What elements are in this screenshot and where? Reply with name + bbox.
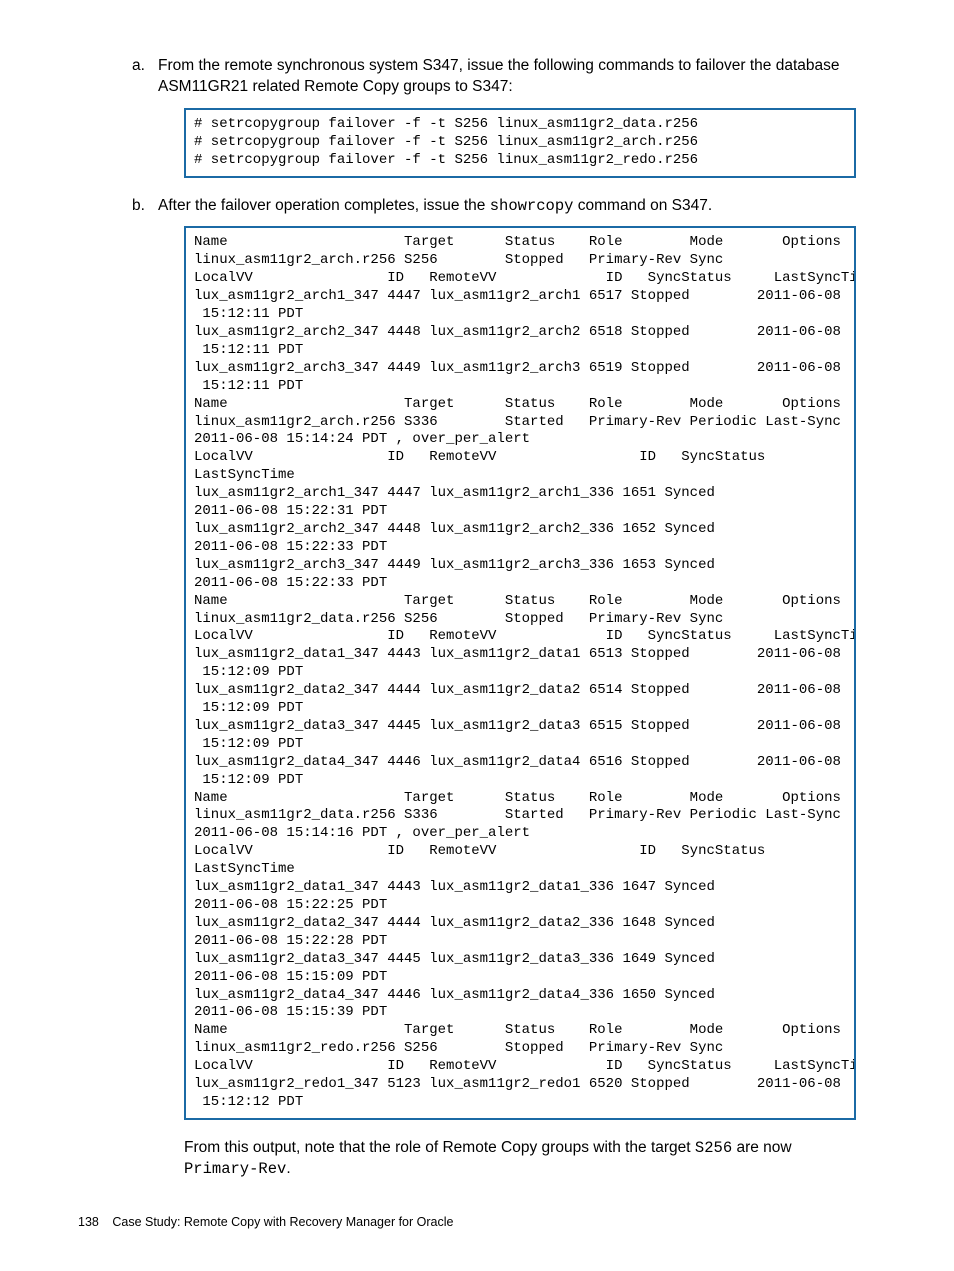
- page: a. From the remote synchronous system S3…: [0, 0, 954, 1271]
- list-marker-a: a.: [104, 56, 158, 98]
- text-span: After the failover operation completes, …: [158, 197, 490, 214]
- list-body-b: After the failover operation completes, …: [158, 196, 856, 217]
- inline-code-s256: S256: [695, 1139, 732, 1157]
- text-span: .: [286, 1160, 290, 1177]
- page-footer: 138 Case Study: Remote Copy with Recover…: [78, 1215, 453, 1229]
- text-span: command on S347.: [573, 197, 712, 214]
- list-item-b: b. After the failover operation complete…: [104, 196, 856, 217]
- inline-code-showrcopy: showrcopy: [490, 197, 574, 215]
- code-block-showrcopy-output: Name Target Status Role Mode Options lin…: [184, 226, 856, 1119]
- list-marker-b: b.: [104, 196, 158, 217]
- inline-code-primary-rev: Primary-Rev: [184, 1160, 286, 1178]
- text-span: From this output, note that the role of …: [184, 1139, 695, 1156]
- list-body-a: From the remote synchronous system S347,…: [158, 56, 856, 98]
- after-output-paragraph: From this output, note that the role of …: [184, 1138, 856, 1180]
- page-number: 138: [78, 1215, 99, 1229]
- text-span: are now: [732, 1139, 791, 1156]
- code-block-setrcopygroup: # setrcopygroup failover -f -t S256 linu…: [184, 108, 856, 178]
- footer-title: Case Study: Remote Copy with Recovery Ma…: [112, 1215, 453, 1229]
- list-item-a: a. From the remote synchronous system S3…: [104, 56, 856, 98]
